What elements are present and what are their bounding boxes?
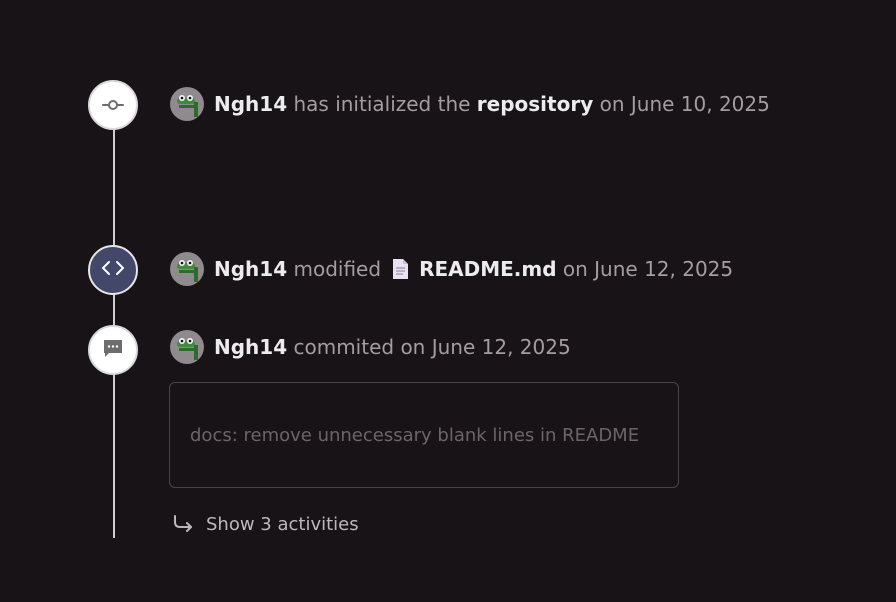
event-date: on June 12, 2025 (562, 257, 734, 281)
event-action: has initialized the (293, 92, 471, 116)
timeline-event-modify: Ngh14 modified README.md on June 12, 202… (170, 252, 733, 286)
timeline-line (113, 104, 115, 538)
comment-icon (102, 338, 124, 362)
commit-icon (102, 96, 124, 115)
user-avatar[interactable] (170, 252, 204, 286)
timeline-event-init: Ngh14 has initialized the repository on … (170, 87, 770, 121)
file-icon (391, 258, 409, 280)
code-icon (101, 260, 125, 280)
show-activities-label: Show 3 activities (206, 513, 359, 535)
event-user[interactable]: Ngh14 (214, 257, 287, 281)
timeline-event-commit: Ngh14 commited on June 12, 2025 (170, 330, 571, 364)
event-user[interactable]: Ngh14 (214, 335, 287, 359)
event-action: modified (293, 257, 382, 281)
commit-message-box: docs: remove unnecessary blank lines in … (169, 382, 679, 488)
show-activities-button[interactable]: Show 3 activities (172, 510, 359, 538)
commit-node (88, 80, 138, 130)
reply-arrow-icon (174, 515, 192, 532)
event-object-link[interactable]: repository (477, 92, 593, 116)
activity-timeline: Ngh14 has initialized the repository on … (0, 0, 896, 602)
user-avatar[interactable] (170, 330, 204, 364)
commit-message: docs: remove unnecessary blank lines in … (190, 424, 640, 446)
comment-node (88, 325, 138, 375)
event-date: on June 10, 2025 (599, 92, 770, 116)
user-avatar[interactable] (170, 87, 204, 121)
event-file-link[interactable]: README.md (419, 257, 556, 281)
event-action: commited on June 12, 2025 (293, 335, 571, 359)
event-user[interactable]: Ngh14 (214, 92, 287, 116)
code-node (88, 245, 138, 295)
